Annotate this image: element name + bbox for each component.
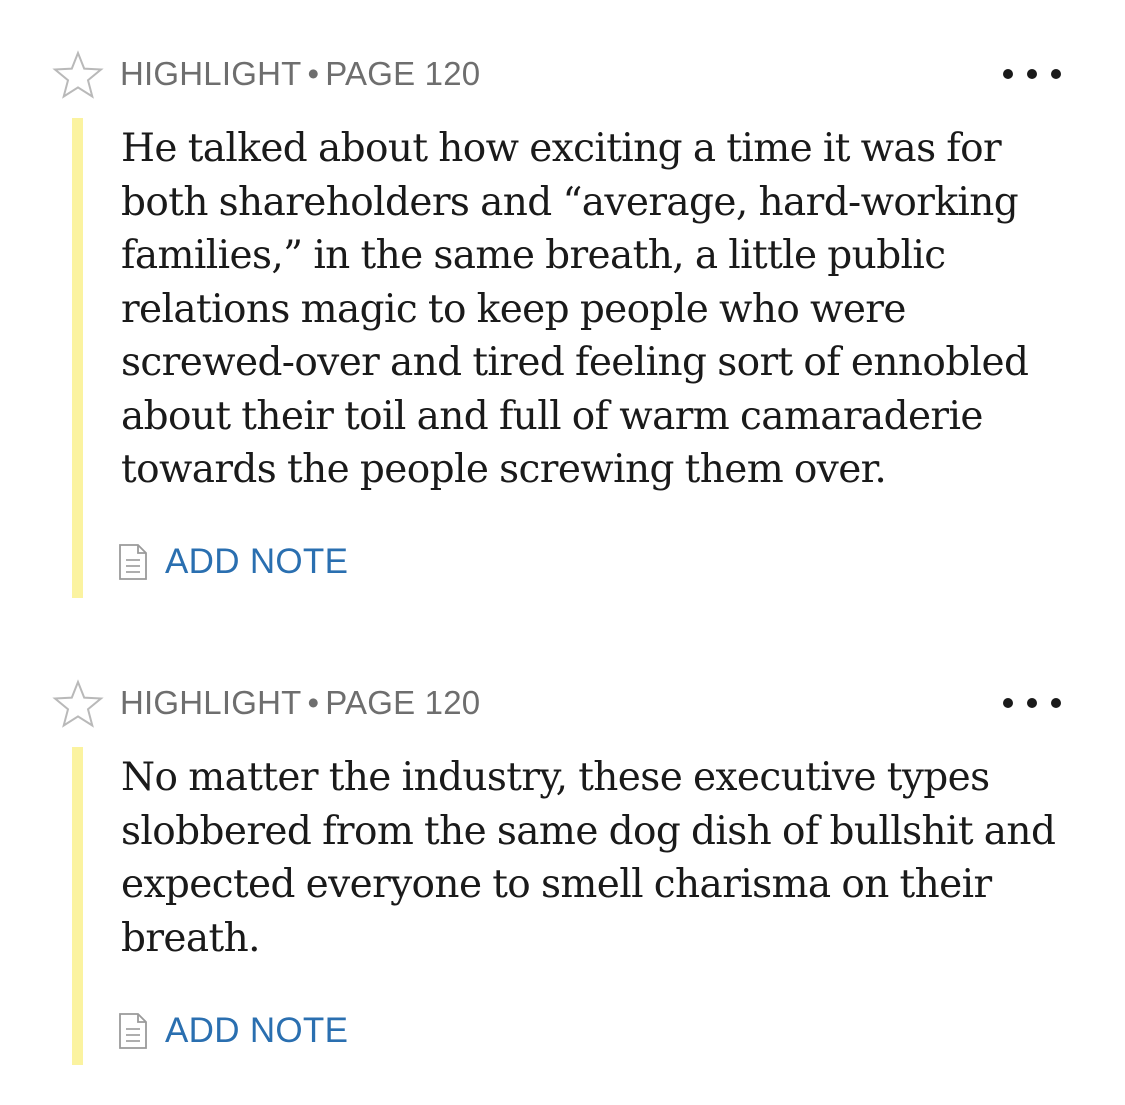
highlight-color-bar bbox=[72, 118, 83, 598]
more-horizontal-icon[interactable] bbox=[996, 60, 1068, 88]
highlight-color-bar bbox=[72, 747, 83, 1065]
highlight-text: He talked about how exciting a time it w… bbox=[121, 126, 1029, 492]
star-outline-icon[interactable] bbox=[52, 679, 104, 729]
note-icon bbox=[119, 1013, 147, 1049]
star-outline-icon[interactable] bbox=[52, 50, 104, 100]
add-note-label: ADD NOTE bbox=[165, 1011, 349, 1050]
note-icon bbox=[119, 544, 147, 580]
meta-separator: • bbox=[307, 55, 320, 92]
highlight-location: PAGE 120 bbox=[325, 684, 481, 721]
highlight-location: PAGE 120 bbox=[325, 55, 481, 92]
more-horizontal-icon[interactable] bbox=[996, 689, 1068, 717]
highlight-text: No matter the industry, these executive … bbox=[121, 755, 1056, 961]
highlight-type-label: HIGHLIGHT bbox=[120, 684, 302, 721]
highlight-meta: HIGHLIGHT • PAGE 120 bbox=[120, 681, 480, 725]
meta-separator: • bbox=[307, 684, 320, 721]
highlight-meta: HIGHLIGHT • PAGE 120 bbox=[120, 52, 480, 96]
add-note-button[interactable]: ADD NOTE bbox=[118, 540, 348, 584]
add-note-label: ADD NOTE bbox=[165, 542, 349, 581]
highlight-type-label: HIGHLIGHT bbox=[120, 55, 302, 92]
add-note-button[interactable]: ADD NOTE bbox=[118, 1009, 348, 1053]
